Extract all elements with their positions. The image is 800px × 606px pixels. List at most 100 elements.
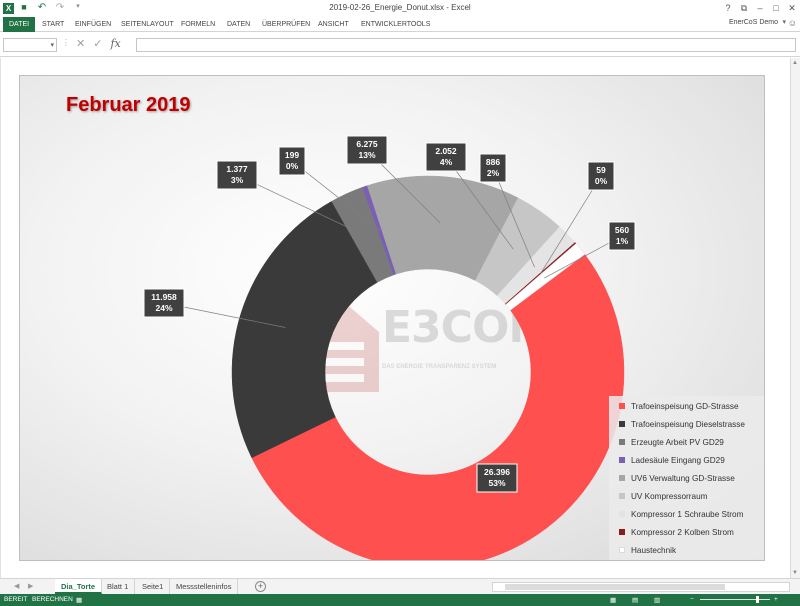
horizontal-scroll-thumb[interactable] <box>505 584 725 590</box>
legend-item[interactable]: Haustechnik <box>609 541 676 559</box>
data-label[interactable]: 8862% <box>479 153 507 183</box>
data-label-value: 59 <box>596 165 606 175</box>
close-button[interactable]: ✕ <box>784 0 800 16</box>
user-chevron-down-icon[interactable]: ▾ <box>782 18 786 26</box>
data-label[interactable]: 590% <box>587 161 615 191</box>
scroll-down-icon[interactable]: ▼ <box>792 570 798 576</box>
legend-item[interactable]: Trafoeinspeisung GD-Strasse <box>609 397 739 415</box>
worksheet-area: E3CON DAS ENERGIE TRANSPARENZ SYSTEM 26.… <box>0 58 800 578</box>
normal-view-icon[interactable]: ▦ <box>610 596 616 604</box>
data-label[interactable]: 1990% <box>278 146 306 176</box>
data-label[interactable]: 11.95824% <box>143 288 185 318</box>
data-label-value: 2.052 <box>435 146 457 156</box>
tab-ansicht[interactable]: ANSICHT <box>314 18 353 31</box>
vertical-scrollbar[interactable]: ▲ ▼ <box>790 58 800 578</box>
legend-item[interactable]: Erzeugte Arbeit PV GD29 <box>609 433 724 451</box>
sheet-prev-icon[interactable]: ◀ <box>14 582 19 590</box>
legend-item[interactable]: UV6 Verwaltung GD-Strasse <box>609 469 735 487</box>
ribbon-tabs: DATEI START EINFÜGEN SEITENLAYOUT FORMEL… <box>0 16 800 32</box>
legend-swatch <box>619 421 625 427</box>
tab-formeln[interactable]: FORMELN <box>177 18 219 31</box>
legend-swatch <box>619 457 625 463</box>
chart-legend[interactable]: Trafoeinspeisung GD-Strasse Trafoeinspeis… <box>609 396 764 560</box>
legend-item[interactable]: Kompressor 2 Kolben Strom <box>609 523 734 541</box>
legend-item[interactable]: Trafoeinspeisung Dieselstrasse <box>609 415 745 433</box>
chart-title[interactable]: Februar 2019 <box>66 94 191 117</box>
tab-daten[interactable]: DATEN <box>223 18 254 31</box>
data-label[interactable]: 5601% <box>608 221 636 251</box>
legend-label: Trafoeinspeisung Dieselstrasse <box>631 419 745 429</box>
data-label-value: 560 <box>615 225 629 235</box>
legend-swatch <box>619 547 625 553</box>
cancel-icon[interactable]: ✕ <box>76 37 85 50</box>
page-break-view-icon[interactable]: ▥ <box>654 596 660 604</box>
enter-icon[interactable]: ✓ <box>93 37 102 50</box>
data-label-value: 199 <box>285 150 299 160</box>
legend-label: Kompressor 1 Schraube Strom <box>631 509 744 519</box>
status-bar: BEREIT BERECHNEN ▦ ▦ ▤ ▥ − + <box>0 594 800 606</box>
feedback-smiley-icon[interactable]: ☺ <box>788 18 797 28</box>
title-bar: X ■ ↶ ↷ ▾ 2019-02-26_Energie_Donut.xlsx … <box>0 0 800 16</box>
tab-entwicklertools[interactable]: ENTWICKLERTOOLS <box>357 18 434 31</box>
data-label-percent: 53% <box>488 478 505 488</box>
window-controls: ? ⧉ – □ ✕ <box>720 0 800 16</box>
formula-input[interactable] <box>136 38 796 52</box>
sheet-tab-seite1[interactable]: Seite1 <box>136 579 171 594</box>
legend-label: UV Kompressorraum <box>631 491 708 501</box>
sheet-tab-blatt-1[interactable]: Blatt 1 <box>101 579 136 594</box>
legend-swatch <box>619 529 625 535</box>
data-label[interactable]: 2.0524% <box>425 142 467 172</box>
ribbon-display-icon[interactable]: ⧉ <box>736 0 752 16</box>
formula-bar-resize-handle[interactable]: ⋮ <box>62 38 70 47</box>
formula-bar: ▾ ⋮ ✕ ✓ fx <box>0 33 800 57</box>
zoom-out-icon[interactable]: − <box>690 596 694 603</box>
data-label-percent: 0% <box>595 176 608 186</box>
legend-item[interactable]: Kompressor 1 Schraube Strom <box>609 505 743 523</box>
zoom-slider[interactable] <box>700 599 770 600</box>
status-calculate[interactable]: BERECHNEN <box>32 596 73 603</box>
data-label-value: 886 <box>486 157 500 167</box>
legend-swatch <box>619 493 625 499</box>
add-sheet-button[interactable]: + <box>255 581 266 592</box>
legend-label: Kompressor 2 Kolben Strom <box>631 527 734 537</box>
data-label[interactable]: 1.3773% <box>216 160 258 190</box>
data-label-percent: 0% <box>286 161 299 171</box>
maximize-button[interactable]: □ <box>768 0 784 16</box>
sheet-tab-bar: ◀ ▶ Dia_Torte Blatt 1 Seite1 Messstellen… <box>0 578 800 594</box>
page-layout-view-icon[interactable]: ▤ <box>632 596 638 604</box>
data-label-percent: 2% <box>487 168 500 178</box>
tab-ueberpruefen[interactable]: ÜBERPRÜFEN <box>258 18 314 31</box>
scroll-up-icon[interactable]: ▲ <box>792 60 798 66</box>
formula-bar-buttons: ✕ ✓ fx <box>76 37 121 50</box>
legend-item[interactable]: Ladesäule Eingang GD29 <box>609 451 725 469</box>
help-icon[interactable]: ? <box>720 0 736 16</box>
data-label[interactable]: 6.27513% <box>346 135 388 165</box>
macro-record-icon[interactable]: ▦ <box>76 596 82 604</box>
tab-datei[interactable]: DATEI <box>3 17 36 32</box>
status-ready: BEREIT <box>4 596 28 603</box>
legend-swatch <box>619 511 625 517</box>
zoom-slider-thumb[interactable] <box>756 596 759 603</box>
legend-swatch <box>619 403 625 409</box>
data-label-value: 11.958 <box>151 292 177 302</box>
data-label[interactable]: 26.39653% <box>476 463 518 493</box>
tab-start[interactable]: START <box>38 18 68 31</box>
legend-label: Erzeugte Arbeit PV GD29 <box>631 437 724 447</box>
donut-chart-object[interactable]: E3CON DAS ENERGIE TRANSPARENZ SYSTEM 26.… <box>19 75 765 561</box>
minimize-button[interactable]: – <box>752 0 768 16</box>
legend-swatch <box>619 439 625 445</box>
horizontal-scrollbar[interactable] <box>492 582 790 592</box>
zoom-in-icon[interactable]: + <box>774 596 778 603</box>
sheet-tab-dia-torte[interactable]: Dia_Torte <box>55 579 103 594</box>
tab-einfuegen[interactable]: EINFÜGEN <box>71 18 115 31</box>
legend-item[interactable]: UV Kompressorraum <box>609 487 707 505</box>
data-label-percent: 1% <box>616 236 629 246</box>
data-label-percent: 4% <box>440 157 453 167</box>
sheet-next-icon[interactable]: ▶ <box>28 582 33 590</box>
name-box[interactable]: ▾ <box>3 38 57 52</box>
user-account[interactable]: EnerCoS Demo <box>729 19 778 26</box>
insert-function-icon[interactable]: fx <box>110 37 120 50</box>
name-box-chevron-down-icon[interactable]: ▾ <box>50 41 54 49</box>
sheet-tab-messstelleninfos[interactable]: Messstelleninfos <box>170 579 239 594</box>
tab-seitenlayout[interactable]: SEITENLAYOUT <box>117 18 178 31</box>
